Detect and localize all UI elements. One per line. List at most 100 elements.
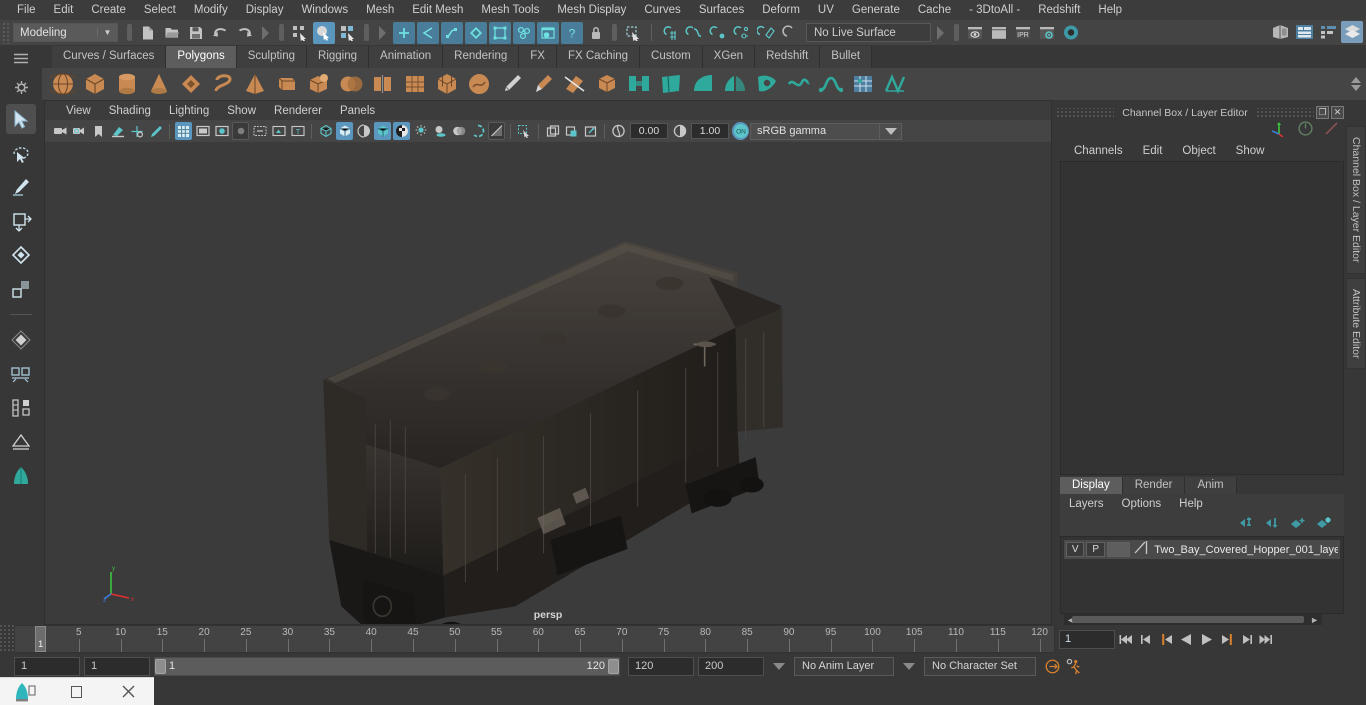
color-space-dropdown-arrow-icon[interactable] [880,122,902,140]
shelf-poly-triangulate-icon[interactable] [816,70,846,98]
new-layer-from-selected-icon[interactable] [1315,516,1332,534]
select-tool-secondary-icon[interactable] [622,22,644,44]
playback-end-time-field[interactable]: 120 [628,656,694,676]
character-set-dropdown-icon[interactable] [903,662,915,670]
gamma-value-field[interactable]: 1.00 [691,123,729,139]
shelf-tab-fx[interactable]: FX [519,46,557,68]
wireframe-icon[interactable] [317,122,334,140]
menu-file[interactable]: File [8,0,45,20]
component-mask-help-icon[interactable]: ? [561,21,583,44]
scroll-thumb[interactable] [1072,616,1304,623]
time-slider[interactable]: 1 5 10 15 20 25 30 35 40 45 50 55 60 65 70 75 80 85 90 95 1… [14,625,1055,653]
layers-menu[interactable]: Layers [1060,498,1113,510]
go-to-start-icon[interactable] [1118,630,1135,649]
animation-start-time-field[interactable]: 1 [14,656,80,676]
xray-icon[interactable] [544,122,561,140]
shelf-tab-fx-caching[interactable]: FX Caching [556,46,641,68]
close-panel-icon[interactable]: ✕ [1331,106,1344,119]
shelf-poly-quad-draw-icon[interactable] [400,70,430,98]
restore-window-icon[interactable] [64,681,90,703]
shelf-poly-helix-icon[interactable] [208,70,238,98]
range-right-handle[interactable] [608,658,619,674]
shelf-poly-paint-tool-icon[interactable] [528,70,558,98]
persp-viewport[interactable]: y x z persp [44,142,1052,625]
component-mask-faces-icon[interactable] [465,21,487,44]
exposure-value-field[interactable]: 0.00 [630,123,668,139]
range-left-handle[interactable] [155,658,166,674]
exposure-icon[interactable] [610,122,627,140]
image-plane-icon[interactable] [109,122,126,140]
layer-list-scrollbar[interactable]: ◄ ► [1064,614,1322,625]
slash-icon[interactable] [1323,120,1340,142]
shadows-icon[interactable] [431,122,448,140]
menu-redshift[interactable]: Redshift [1029,0,1089,20]
rotate-tool[interactable] [6,240,36,270]
show-menu[interactable]: Show [1226,145,1275,157]
show-manipulator-tool[interactable] [6,359,36,389]
select-by-object-icon[interactable] [313,21,335,44]
collapse-group-arrow-icon[interactable] [262,25,269,40]
lasso-select-tool[interactable] [6,138,36,168]
multisample-icon[interactable] [488,122,505,140]
2d-pan-zoom-icon[interactable] [128,122,145,140]
shelf-poly-reduce-icon[interactable] [784,70,814,98]
checker-icon[interactable] [393,122,410,140]
menu-curves[interactable]: Curves [635,0,689,20]
snap-to-view-plane-icon[interactable] [755,22,777,44]
menu-uv[interactable]: UV [809,0,843,20]
time-cursor[interactable]: 1 [35,626,46,652]
play-forwards-icon[interactable] [1198,630,1215,649]
recent-tool[interactable] [6,427,36,457]
animation-end-time-field[interactable]: 200 [698,656,764,676]
shelf-poly-prism-icon[interactable] [272,70,302,98]
close-window-icon[interactable] [115,681,141,703]
speed-dial-icon[interactable] [1297,120,1314,142]
menu-mesh-display[interactable]: Mesh Display [548,0,635,20]
shelf-poly-cube-icon[interactable] [80,70,110,98]
component-mask-handles-icon[interactable] [393,21,415,44]
render-settings-icon[interactable] [1036,22,1058,44]
component-mask-misc-icon[interactable] [513,21,535,44]
shelf-poly-crease-icon[interactable] [880,70,910,98]
shelf-tab-rendering[interactable]: Rendering [443,46,520,68]
move-tool[interactable] [6,206,36,236]
gamma-icon[interactable] [671,122,688,140]
shelf-tab-xgen[interactable]: XGen [702,46,756,68]
outliner-icon[interactable] [1293,21,1315,43]
grease-pencil-icon[interactable] [147,122,164,140]
shelf-poly-sphere-icon[interactable] [48,70,78,98]
move-layer-up-icon[interactable] [1237,516,1254,534]
layer-color-swatch-icon[interactable] [1132,540,1148,560]
shelf-tab-rigging[interactable]: Rigging [307,46,370,68]
shelf-menu-icon[interactable] [13,51,29,69]
menu-create[interactable]: Create [82,0,135,20]
step-forward-frame-icon[interactable] [1218,630,1235,649]
textured-icon[interactable] [374,122,391,140]
shelf-tab-animation[interactable]: Animation [369,46,444,68]
layer-name[interactable]: Two_Bay_Covered_Hopper_001_layer [1150,544,1338,556]
layer-shading-toggle[interactable] [1106,542,1131,557]
component-mask-animation-icon[interactable] [537,21,559,44]
viewport-menu-view[interactable]: View [57,101,100,121]
viewport-menu-show[interactable]: Show [218,101,265,121]
motion-blur-icon[interactable] [469,122,486,140]
select-by-hierarchy-icon[interactable] [289,22,311,44]
shelf-poly-bridge-icon[interactable] [624,70,654,98]
shelf-poly-append-icon[interactable] [656,70,686,98]
ambient-occlusion-icon[interactable] [450,122,467,140]
menu-select[interactable]: Select [135,0,185,20]
range-slider[interactable]: 1 120 [154,656,620,676]
live-surface-field[interactable]: No Live Surface [806,23,931,42]
shelf-poly-fill-hole-icon[interactable] [752,70,782,98]
color-space-selector[interactable]: sRGB gamma [750,122,880,140]
shelf-poly-smooth-icon[interactable] [432,70,462,98]
character-set-selector[interactable]: No Character Set [924,656,1036,676]
step-forward-keyframe-icon[interactable] [1238,630,1255,649]
menu-cache[interactable]: Cache [909,0,960,20]
menu-help[interactable]: Help [1089,0,1131,20]
shelf-poly-pyramid-icon[interactable] [240,70,270,98]
menu-mesh[interactable]: Mesh [357,0,403,20]
step-back-keyframe-icon[interactable] [1138,630,1155,649]
menu-set-selector[interactable]: Modeling ▼ [13,23,118,42]
menu-windows[interactable]: Windows [292,0,357,20]
